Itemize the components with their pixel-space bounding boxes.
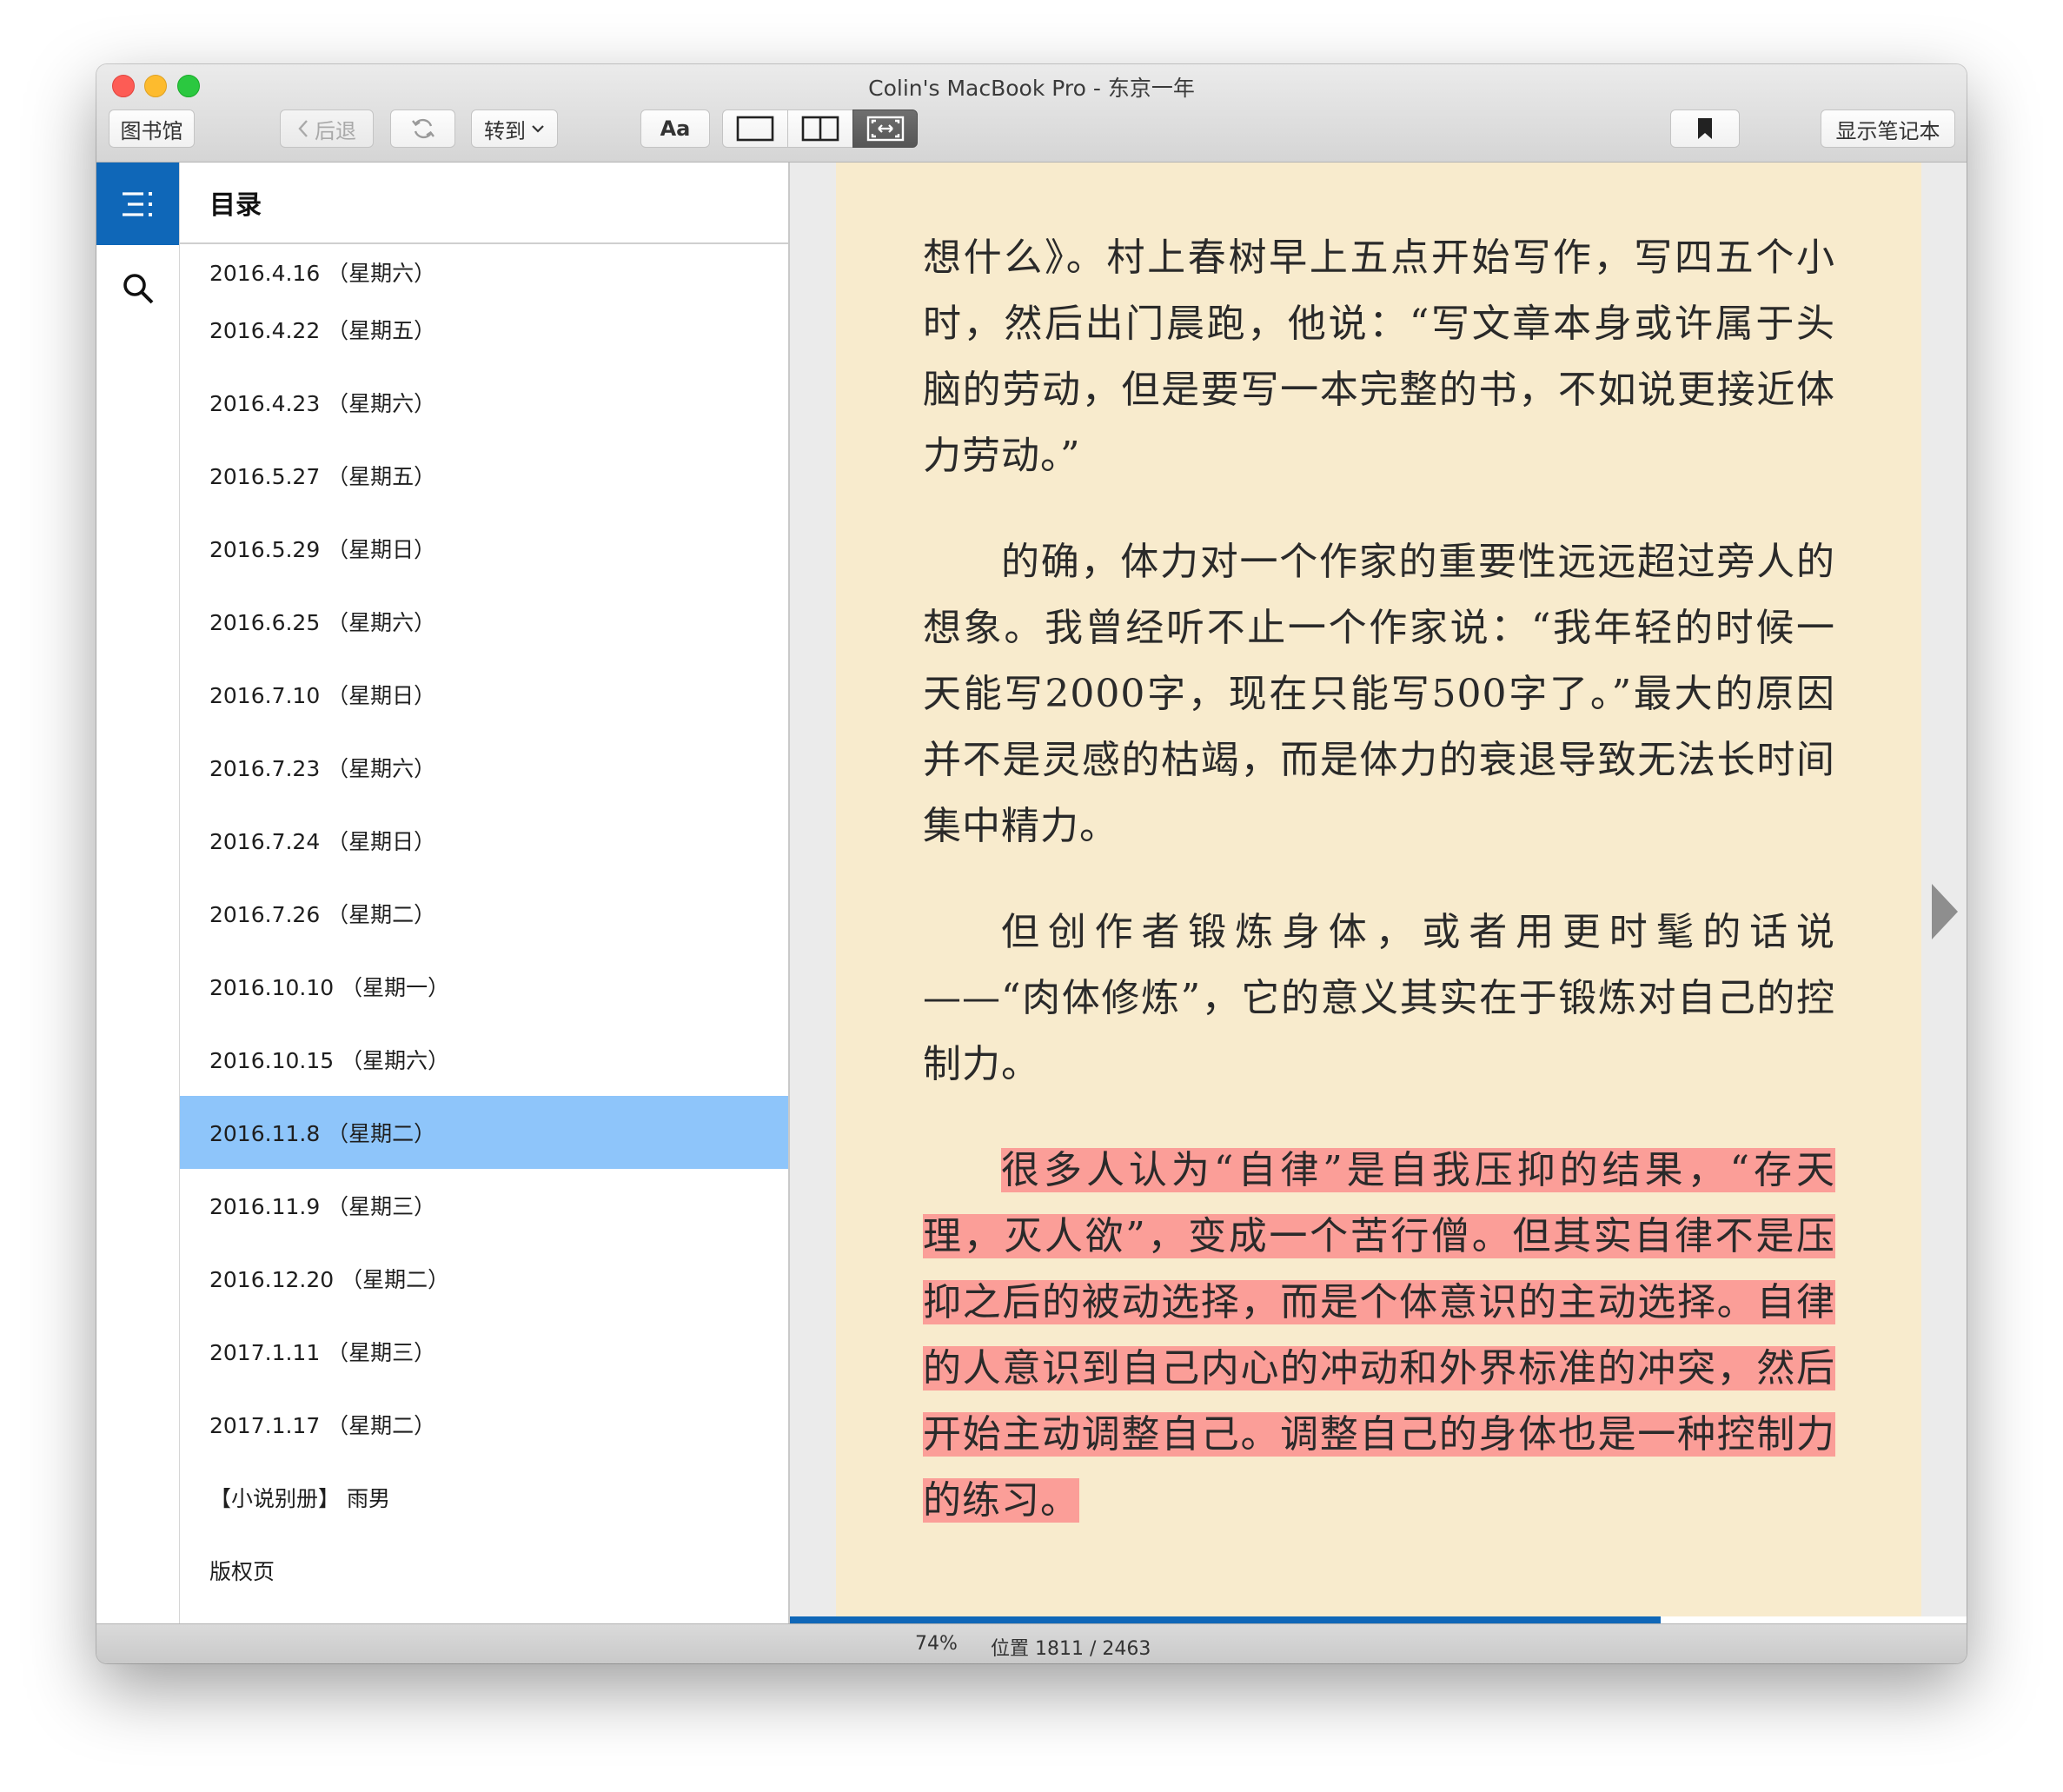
toc-item[interactable]: 2016.7.26 （星期二） xyxy=(180,877,788,950)
toc-item[interactable]: 2016.5.29 （星期日） xyxy=(180,512,788,585)
toc-item[interactable]: 2016.4.23 （星期六） xyxy=(180,366,788,439)
toc-item[interactable]: 2016.7.10 （星期日） xyxy=(180,658,788,731)
location-readout: 位置 1811 / 2463 xyxy=(991,1638,1151,1660)
toc-list: 2016.4.16 （星期六） 2016.4.22 （星期五） 2016.4.23 … xyxy=(180,244,788,1607)
paragraph: 的确，体力对一个作家的重要性远远超过旁人的想象。我曾经听不止一个作家说：“我年轻… xyxy=(923,540,1835,848)
toc-item[interactable]: 2017.1.11 （星期三） xyxy=(180,1315,788,1388)
toc-item[interactable]: 2016.7.24 （星期日） xyxy=(180,804,788,877)
toc-tab[interactable] xyxy=(96,163,179,245)
page-text: 想什么》。村上春树早上五点开始写作，写四五个小时，然后出门晨跑，他说：“写文章本… xyxy=(923,225,1835,1574)
back-button[interactable]: 后退 xyxy=(280,110,374,148)
two-page-view-button[interactable] xyxy=(787,110,852,148)
sync-button[interactable] xyxy=(390,110,455,148)
window-title: Colin's MacBook Pro - 东京一年 xyxy=(868,76,1195,101)
paragraph: 很多人认为“自律”是自我压抑的结果，“存天理，灭人欲”，变成一个苦行僧。但其实自… xyxy=(923,1138,1835,1534)
goto-label: 转到 xyxy=(484,118,526,143)
highlighted-text[interactable]: 很多人认为“自律”是自我压抑的结果，“存天理，灭人欲”，变成一个苦行僧。但其实自… xyxy=(923,1148,1835,1523)
bookmark-button[interactable] xyxy=(1670,110,1740,148)
toc-item[interactable]: 2016.4.16 （星期六） xyxy=(180,244,788,293)
search-tab[interactable] xyxy=(96,258,179,319)
toc-item[interactable]: 2016.4.22 （星期五） xyxy=(180,293,788,366)
font-settings-button[interactable]: Aa xyxy=(640,110,710,148)
toc-item[interactable]: 版权页 xyxy=(180,1534,788,1607)
show-notebook-button[interactable]: 显示笔记本 xyxy=(1821,110,1955,148)
progress-percent: 74% xyxy=(915,1633,958,1655)
reading-area: 想什么》。村上春树早上五点开始写作，写四五个小时，然后出门晨跑，他说：“写文章本… xyxy=(790,163,1967,1623)
table-of-contents-panel: 目录 2016.4.16 （星期六） 2016.4.22 （星期五） 2016.4.… xyxy=(180,163,790,1623)
book-page: 想什么》。村上春树早上五点开始写作，写四五个小时，然后出门晨跑，他说：“写文章本… xyxy=(836,163,1921,1623)
two-page-icon xyxy=(801,116,839,142)
chevron-left-icon xyxy=(297,119,309,138)
chevron-down-icon xyxy=(531,123,545,134)
toc-list-icon xyxy=(121,189,156,219)
sync-icon xyxy=(410,116,436,142)
library-button[interactable]: 图书馆 xyxy=(109,110,195,148)
fit-width-icon xyxy=(866,116,905,142)
toc-item[interactable]: 2016.7.23 （星期六） xyxy=(180,731,788,804)
status-bar: 74% 位置 1811 / 2463 xyxy=(96,1623,1967,1663)
toc-item[interactable]: 2016.11.8 （星期二） xyxy=(180,1096,788,1169)
back-button-label: 后退 xyxy=(315,118,356,143)
toc-item[interactable]: 2016.12.20 （星期二） xyxy=(180,1242,788,1315)
toc-item[interactable]: 2016.11.9 （星期三） xyxy=(180,1169,788,1242)
title-toolbar: Colin's MacBook Pro - 东京一年 图书馆 后退 转到 Aa … xyxy=(96,64,1967,163)
next-page-arrow-icon[interactable] xyxy=(1932,884,1958,939)
fit-width-view-button[interactable] xyxy=(852,110,918,148)
paragraph: 想什么》。村上春树早上五点开始写作，写四五个小时，然后出门晨跑，他说：“写文章本… xyxy=(923,236,1835,478)
app-window: Colin's MacBook Pro - 东京一年 图书馆 后退 转到 Aa … xyxy=(96,64,1967,1663)
single-page-icon xyxy=(736,116,774,142)
toc-item[interactable]: 2016.5.27 （星期五） xyxy=(180,439,788,512)
toc-item[interactable]: 2017.1.17 （星期二） xyxy=(180,1388,788,1461)
toc-item[interactable]: 2016.10.15 （星期六） xyxy=(180,1023,788,1096)
bookmark-icon xyxy=(1696,117,1714,140)
paragraph: 但创作者锻炼身体，或者用更时髦的话说——“肉体修炼”，它的意义其实在于锻炼对自己… xyxy=(923,910,1835,1086)
toc-item[interactable]: 2016.6.25 （星期六） xyxy=(180,585,788,658)
single-page-view-button[interactable] xyxy=(722,110,787,148)
toc-item[interactable]: 【小说别册】 雨男 xyxy=(180,1461,788,1534)
toc-title: 目录 xyxy=(180,163,788,244)
reading-progress-bar xyxy=(790,1616,1967,1623)
view-mode-toggle xyxy=(722,110,918,148)
sidebar-rail xyxy=(96,163,180,1623)
toc-item[interactable]: 2016.10.10 （星期一） xyxy=(180,950,788,1023)
goto-dropdown[interactable]: 转到 xyxy=(471,110,558,148)
reading-progress-fill xyxy=(790,1616,1661,1623)
search-icon xyxy=(122,272,155,305)
